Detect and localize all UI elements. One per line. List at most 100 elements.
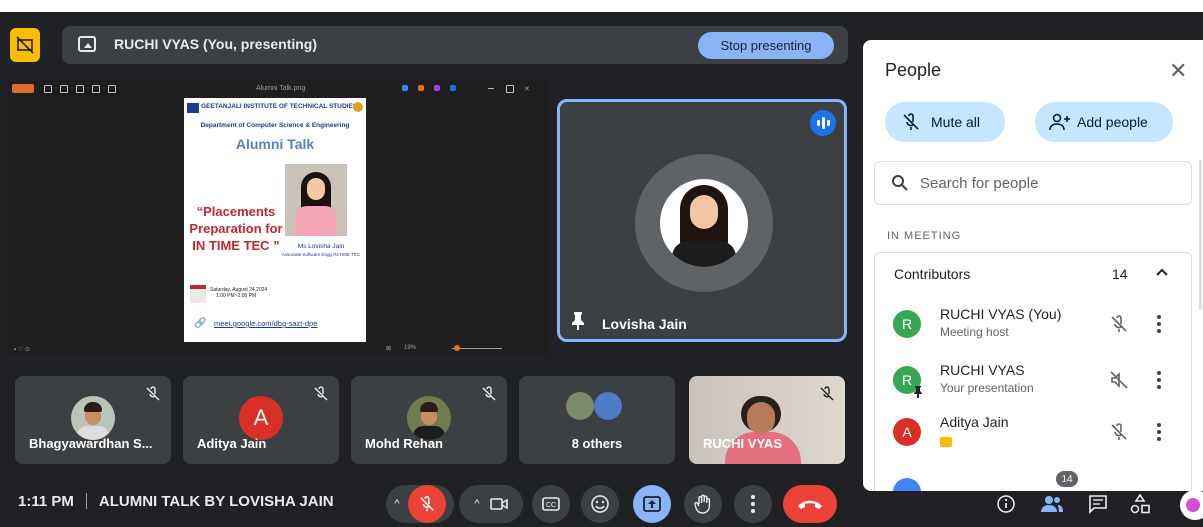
participant-tile[interactable]: Mohd Rehan	[351, 376, 507, 464]
poster-speaker-name: Ms Lovisha Jain	[297, 243, 345, 250]
app-icon-3[interactable]	[434, 85, 440, 91]
mic-off-button[interactable]	[407, 485, 446, 523]
participant-avatar	[594, 392, 622, 420]
add-people-button[interactable]: Add people	[1035, 102, 1173, 142]
participant-avatar: A	[239, 396, 283, 440]
add-people-label: Add people	[1077, 114, 1148, 130]
more-options-icon[interactable]	[1157, 314, 1161, 334]
viewer-edit-badge[interactable]	[12, 84, 34, 93]
poster-header: GEETANJALI INSTITUTE OF TECHNICAL STUDIE…	[186, 102, 364, 124]
app-icon-4[interactable]	[450, 85, 456, 91]
delete-icon[interactable]	[60, 85, 68, 93]
captions-button[interactable]: CC	[532, 485, 570, 523]
search-placeholder: Search for people	[920, 175, 1039, 192]
stop-presenting-button[interactable]: Stop presenting	[698, 32, 834, 59]
participant-list: R RUCHI VYAS (You) Meeting host R RUCHI …	[874, 298, 1192, 491]
minimize-icon[interactable]	[488, 88, 494, 89]
camera-control[interactable]: ^	[459, 485, 523, 523]
viewer-status-icons: ▪ ♡ ⊙	[14, 347, 30, 353]
more-options-icon[interactable]	[1157, 370, 1161, 390]
group-count: 14	[1112, 266, 1128, 282]
mic-off-icon	[820, 386, 834, 401]
institute-name: GEETANJALI INSTITUTE OF TECHNICAL STUDIE…	[201, 103, 358, 110]
group-label: Contributors	[894, 266, 971, 282]
current-time: 1:11 PM	[18, 493, 74, 510]
more-options-icon[interactable]	[1157, 422, 1161, 442]
poster-speaker-role: Associate Software Engg IN-TIME TEC	[281, 252, 361, 257]
meeting-details-icon[interactable]	[994, 492, 1018, 516]
meeting-info: 1:11 PM ALUMNI TALK BY LOVISHA JAIN	[18, 493, 334, 510]
close-window-icon[interactable]: ✕	[524, 85, 530, 93]
camera-icon[interactable]	[489, 497, 508, 511]
speaker-photo	[285, 164, 347, 236]
chevron-up-icon[interactable]: ^	[394, 498, 399, 510]
chat-icon[interactable]	[1086, 492, 1110, 516]
meet-stage: RUCHI VYAS (You, presenting) Stop presen…	[0, 12, 1203, 527]
mic-off-icon	[146, 386, 160, 401]
active-speaker-tile[interactable]: Lovisha Jain	[557, 99, 847, 342]
poster-time-text: 1:00 PM~2:00 PM	[216, 293, 257, 299]
raise-hand-button[interactable]	[684, 485, 722, 523]
zoom-slider-handle[interactable]	[454, 345, 460, 351]
close-panel-icon[interactable]: ✕	[1169, 58, 1187, 84]
more-icon[interactable]	[108, 85, 116, 93]
chevron-up-icon[interactable]: ^	[474, 498, 479, 510]
present-button[interactable]	[633, 485, 671, 523]
mute-all-label: Mute all	[931, 114, 981, 130]
panel-scrollbar[interactable]	[1199, 160, 1202, 310]
participant-avatar	[566, 392, 594, 420]
participant-avatar: A	[893, 418, 921, 446]
app-icon-1[interactable]	[402, 85, 408, 91]
captions-icon: CC	[542, 497, 560, 511]
leave-call-button[interactable]	[783, 485, 837, 523]
presenting-bar: RUCHI VYAS (You, presenting) Stop presen…	[62, 26, 848, 64]
poster-date: Saturday, August 24,2024 1:00 PM~2:00 PM	[210, 287, 267, 299]
participant-avatar	[407, 396, 451, 440]
maximize-icon[interactable]	[506, 85, 514, 93]
contributors-group-header[interactable]: Contributors 14	[874, 252, 1192, 298]
participant-row[interactable]: R RUCHI VYAS (You) Meeting host	[875, 298, 1191, 350]
others-tile[interactable]: 8 others	[519, 376, 675, 464]
mic-off-icon[interactable]	[1109, 422, 1129, 442]
host-controls-icon[interactable]	[1180, 490, 1203, 520]
pin-icon[interactable]	[570, 311, 586, 331]
panel-title: People	[885, 60, 942, 80]
present-screen-icon	[78, 36, 96, 52]
mute-icon	[903, 113, 919, 130]
rotate-icon[interactable]	[44, 85, 52, 93]
image-viewer-statusbar: ▪ ♡ ⊙ ⊠ 19%	[8, 342, 548, 356]
present-screen-icon	[643, 496, 661, 512]
participant-row[interactable]	[875, 466, 1191, 491]
emoji-button[interactable]	[581, 485, 619, 523]
link-icon: 🔗	[194, 318, 207, 329]
image-viewer-toolbar: Alumni Talk.png ✕	[8, 80, 548, 98]
department-name: Department of Computer Science & Enginee…	[200, 122, 350, 129]
mute-all-button[interactable]: Mute all	[885, 102, 1005, 142]
participant-row[interactable]: A Aditya Jain	[875, 406, 1191, 458]
fit-icon[interactable]: ⊠	[386, 345, 391, 352]
self-camera-tile[interactable]: RUCHI VYAS	[689, 376, 845, 464]
app-icon-2[interactable]	[418, 85, 424, 91]
participant-name: Bhagyawardhan S...	[29, 436, 153, 451]
others-count: 8 others	[571, 436, 623, 451]
people-icon[interactable]	[1040, 492, 1064, 516]
presenting-indicator-icon[interactable]	[10, 28, 40, 62]
edit-icon[interactable]	[92, 85, 100, 93]
participant-name: RUCHI VYAS	[703, 436, 782, 451]
add-person-icon	[1049, 113, 1070, 131]
crop-icon[interactable]	[76, 85, 84, 93]
chevron-up-icon[interactable]	[1155, 265, 1169, 279]
zoom-level[interactable]: 19%	[404, 345, 416, 351]
participant-tile[interactable]: A Aditya Jain	[183, 376, 339, 464]
search-people-input[interactable]: Search for people	[874, 161, 1192, 205]
activities-icon[interactable]	[1128, 492, 1152, 516]
mic-off-icon[interactable]	[1109, 314, 1129, 334]
mic-off-icon	[419, 496, 434, 512]
participant-name: RUCHI VYAS (You)	[940, 306, 1062, 322]
mic-off-icon	[314, 386, 328, 401]
participant-tile[interactable]: Bhagyawardhan S...	[15, 376, 171, 464]
volume-off-icon[interactable]	[1109, 370, 1129, 390]
participant-row[interactable]: R RUCHI VYAS Your presentation	[875, 354, 1191, 406]
mic-control[interactable]: ^	[386, 485, 454, 523]
more-options-button[interactable]	[734, 485, 772, 523]
